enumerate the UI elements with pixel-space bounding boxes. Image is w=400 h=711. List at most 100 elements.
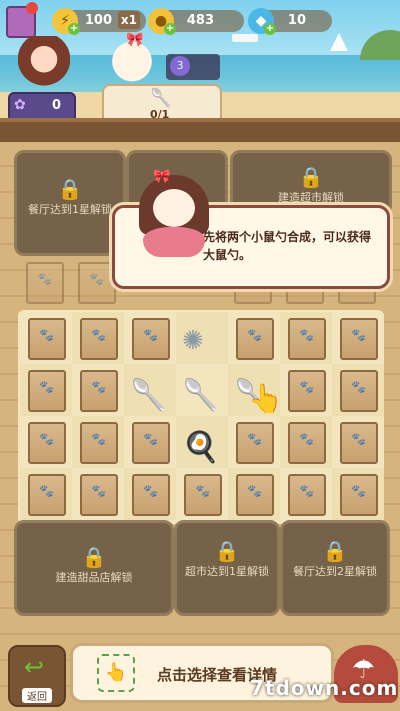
crate-tile[interactable] xyxy=(20,312,72,364)
coins-pill[interactable]: ● + 483 xyxy=(148,8,244,35)
crate-tile[interactable] xyxy=(72,468,124,520)
cobweb-tile[interactable]: ✺ xyxy=(176,312,228,364)
crate-tile[interactable] xyxy=(332,364,384,416)
crate-icon xyxy=(288,474,326,516)
crate-icon xyxy=(288,422,326,464)
locked-area-label: 超市达到1星解锁 xyxy=(185,565,269,578)
webbed-pan-tile[interactable]: 🍳 xyxy=(176,416,228,468)
pointing-hand-icon: 👆 xyxy=(248,382,283,415)
add-coins-icon[interactable]: + xyxy=(164,23,176,35)
crate-icon xyxy=(80,474,118,516)
crate-icon xyxy=(78,262,116,304)
shopkeeper-girl-avatar xyxy=(18,36,70,94)
padlock-icon: 🔒 xyxy=(81,545,107,569)
counter-count: 0 xyxy=(52,98,62,113)
crate-icon xyxy=(288,318,326,360)
purple-flower-icon: ✿ xyxy=(14,97,26,113)
energy-pill[interactable]: ⚡ + 100 x1 xyxy=(52,8,146,35)
webbed-spoon-tile[interactable]: 🥄 👆 xyxy=(228,364,283,416)
crate-icon xyxy=(132,318,170,360)
select-cursor-icon: 👆 xyxy=(97,654,135,692)
gems-pill[interactable]: ◆ + 10 xyxy=(248,8,332,35)
locked-area-supermarket-star[interactable]: 🔒 超市达到1星解锁 xyxy=(174,520,280,616)
crate-tile[interactable] xyxy=(280,468,332,520)
ship-decoration xyxy=(232,34,258,42)
coins-value: 483 xyxy=(186,13,214,28)
crate-tile[interactable] xyxy=(280,364,332,416)
padlock-icon: 🔒 xyxy=(322,539,348,563)
gems-value: 10 xyxy=(287,13,306,28)
small-mouse-spoon-tile[interactable]: 🥄 xyxy=(176,364,228,416)
crate-tile[interactable] xyxy=(228,312,280,364)
crate-tile[interactable] xyxy=(332,416,384,468)
crate-tile[interactable] xyxy=(18,256,70,308)
crate-tile[interactable] xyxy=(72,312,124,364)
cobweb-icon: ✺ xyxy=(182,326,204,356)
locked-area-dessert-shop[interactable]: 🔒 建造甜品店解锁 xyxy=(14,520,174,616)
crate-icon xyxy=(132,422,170,464)
crate-tile[interactable] xyxy=(280,416,332,468)
pink-bow-icon: 🎀 xyxy=(153,169,171,185)
crate-tile[interactable] xyxy=(124,416,176,468)
locked-area-label: 建造甜品店解锁 xyxy=(55,571,133,584)
crate-tile[interactable] xyxy=(332,312,384,364)
energy-value: 100 xyxy=(84,13,112,28)
crate-icon xyxy=(340,370,378,412)
crate-icon xyxy=(340,474,378,516)
order-badge: 3 xyxy=(166,54,220,80)
crate-icon xyxy=(28,370,66,412)
crate-icon xyxy=(288,370,326,412)
crate-icon xyxy=(236,422,274,464)
crate-icon xyxy=(236,318,274,360)
add-energy-icon[interactable]: + xyxy=(68,23,80,35)
crate-icon xyxy=(340,318,378,360)
crate-tile[interactable] xyxy=(228,416,280,468)
webbed-pan-icon: 🍳 xyxy=(182,430,220,465)
crate-icon xyxy=(80,318,118,360)
tutorial-text: 先将两个小鼠勺合成，可以获得大鼠勺。 xyxy=(203,230,372,262)
padlock-icon: 🔒 xyxy=(298,165,324,189)
crate-tile[interactable] xyxy=(72,416,124,468)
crate-icon xyxy=(26,262,64,304)
crate-icon xyxy=(28,318,66,360)
webbed-spoon-icon: 🥄 xyxy=(130,378,168,413)
crate-tile[interactable] xyxy=(228,468,280,520)
crate-tile[interactable] xyxy=(124,468,176,520)
badge-flower-icon: 3 xyxy=(170,56,190,76)
back-button[interactable]: ↩ 返回 xyxy=(8,645,66,707)
girl-face xyxy=(153,189,195,227)
crate-tile[interactable] xyxy=(20,468,72,520)
crate-tile[interactable] xyxy=(124,312,176,364)
sailboat-decoration xyxy=(330,33,348,51)
hamster-chef-avatar: 🎀 xyxy=(104,32,160,84)
notification-badge xyxy=(26,2,38,14)
crate-icon xyxy=(80,422,118,464)
locked-area-label: 餐厅达到2星解锁 xyxy=(293,565,377,578)
crate-tile[interactable] xyxy=(332,468,384,520)
crate-tile[interactable] xyxy=(72,364,124,416)
webbed-spoon-tile[interactable]: 🥄 xyxy=(124,364,176,416)
locked-area-label: 餐厅达到1星解锁 xyxy=(28,203,112,216)
crate-icon xyxy=(340,422,378,464)
padlock-icon: 🔒 xyxy=(214,539,240,563)
merge-grid: ✺ 🥄 🥄 🥄 👆 🍳 xyxy=(18,310,384,524)
energy-multiplier[interactable]: x1 xyxy=(117,11,140,29)
crate-icon xyxy=(184,474,222,516)
locked-area-restaurant-star[interactable]: 🔒 餐厅达到2星解锁 xyxy=(280,520,390,616)
crate-icon xyxy=(28,474,66,516)
tutorial-hamster-girl-avatar: 🎀 xyxy=(135,169,213,261)
locked-area-label: 建造超市解锁 xyxy=(278,191,344,204)
crate-tile[interactable] xyxy=(20,416,72,468)
add-gems-icon[interactable]: + xyxy=(264,23,276,35)
spoon-request-icon: 🥄 xyxy=(150,88,173,109)
crate-tile[interactable] xyxy=(176,468,228,520)
locked-area-restaurant[interactable]: 🔒 餐厅达到1星解锁 xyxy=(14,150,126,256)
golden-mouse-spoon-icon: 🥄 xyxy=(182,378,220,413)
back-arrow-icon: ↩ xyxy=(24,653,45,681)
crate-icon xyxy=(80,370,118,412)
crate-icon xyxy=(236,474,274,516)
crate-icon xyxy=(132,474,170,516)
back-label: 返回 xyxy=(22,688,52,703)
crate-tile[interactable] xyxy=(20,364,72,416)
crate-tile[interactable] xyxy=(280,312,332,364)
